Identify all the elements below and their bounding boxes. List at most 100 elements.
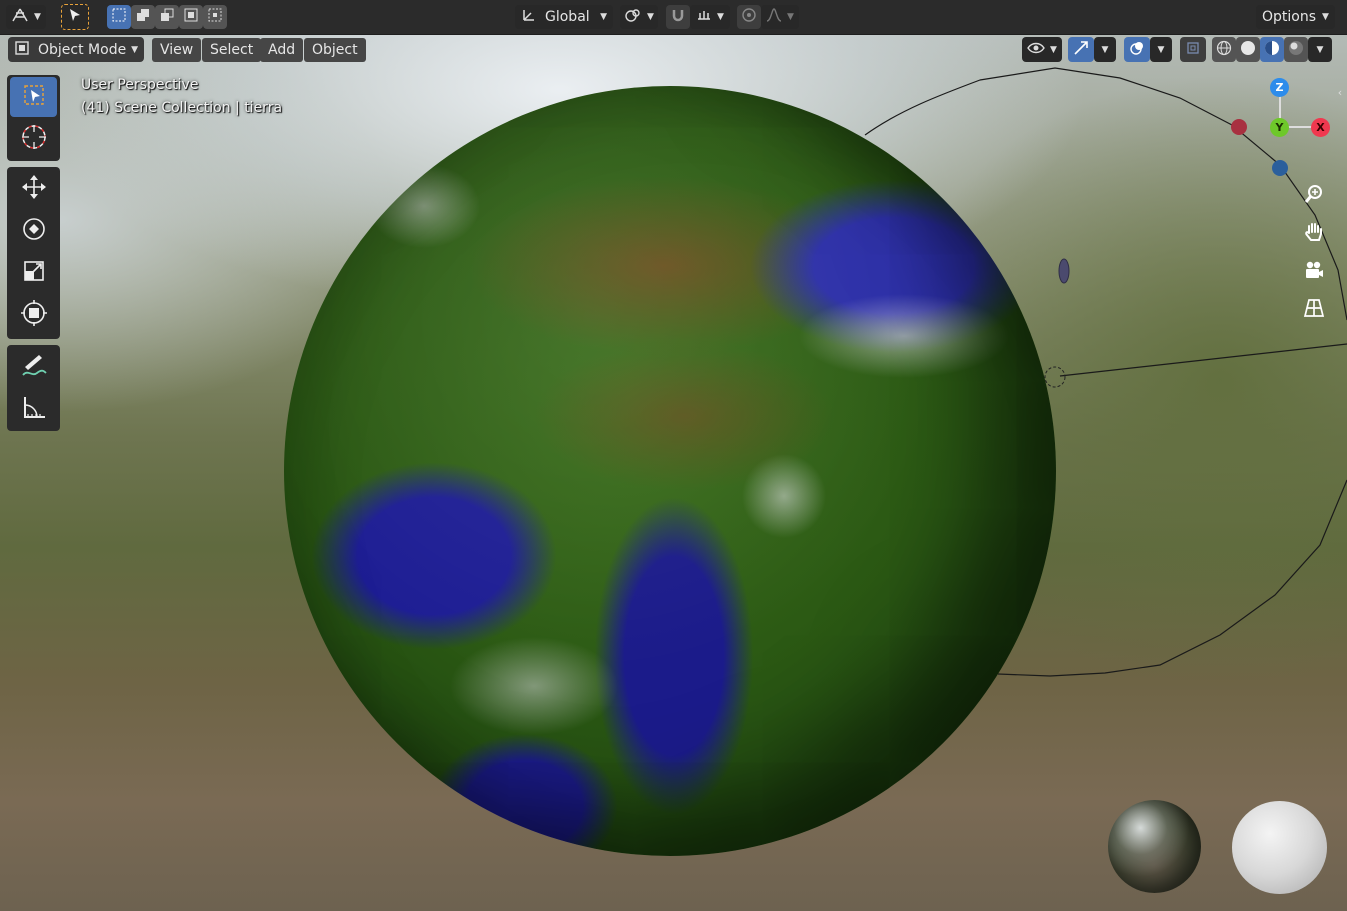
planet-sphere-object[interactable]	[284, 86, 1056, 856]
tool-move[interactable]	[10, 169, 57, 209]
tool-rotate[interactable]	[10, 211, 57, 251]
select-invert-icon	[183, 7, 199, 27]
show-gizmo-button[interactable]	[1068, 37, 1094, 62]
tool-cursor[interactable]	[10, 119, 57, 159]
hand-pan-icon	[1303, 221, 1325, 247]
zoom-button[interactable]	[1298, 180, 1330, 212]
chevron-down-icon: ▼	[34, 12, 41, 22]
select-subtract-mode-button[interactable]	[155, 5, 179, 29]
proportional-falloff-dropdown[interactable]: ▼	[761, 5, 799, 29]
select-intersect-mode-button[interactable]	[203, 5, 227, 29]
chevron-down-icon: ▼	[1316, 44, 1324, 55]
select-subtract-icon	[159, 7, 175, 27]
proportional-editing-button[interactable]	[737, 5, 761, 29]
show-overlays-button[interactable]	[1124, 37, 1150, 62]
ortho-toggle-button[interactable]	[1298, 294, 1330, 326]
tool-measure[interactable]	[10, 389, 57, 429]
shading-dropdown[interactable]: ▼	[1308, 37, 1332, 62]
pivot-point-dropdown[interactable]: ▼	[620, 5, 658, 29]
select-new-mode-button[interactable]	[107, 5, 131, 29]
tool-annotate[interactable]	[10, 347, 57, 387]
shading-rendered-button[interactable]	[1284, 37, 1308, 62]
chevron-down-icon: ▼	[1101, 44, 1109, 55]
chevron-down-icon: ▼	[1322, 12, 1329, 22]
axis-z-button[interactable]: Z	[1270, 78, 1289, 97]
measure-icon	[20, 393, 48, 425]
menu-object[interactable]: Object	[304, 38, 366, 62]
falloff-curve-icon	[766, 7, 782, 27]
chevron-down-icon: ▼	[600, 12, 607, 22]
proportional-circle-icon	[741, 7, 757, 27]
object-mode-icon	[14, 40, 30, 60]
view-name-label: User Perspective	[81, 77, 199, 93]
shading-wireframe-button[interactable]	[1212, 37, 1236, 62]
toolbar-group-annotate	[7, 345, 60, 431]
material-sphere-icon	[1264, 40, 1280, 60]
pivot-point-icon	[624, 7, 642, 27]
sidebar-toggle[interactable]: ‹	[1333, 84, 1347, 100]
toolbar-group-select	[7, 75, 60, 161]
cursor-icon	[20, 123, 48, 155]
grid-view-icon	[1303, 297, 1325, 323]
tool-transform[interactable]	[10, 295, 57, 335]
menu-select[interactable]: Select	[202, 38, 262, 62]
eye-icon	[1027, 41, 1045, 59]
orientation-axes-icon	[521, 7, 537, 27]
collection-info-label: (41) Scene Collection | tierra	[81, 100, 283, 116]
transform-orientation-dropdown[interactable]: Global ▼	[515, 5, 613, 29]
chevron-left-icon: ‹	[1337, 85, 1343, 99]
rendered-sphere-icon	[1288, 40, 1304, 60]
snap-toggle-button[interactable]	[666, 5, 690, 29]
overlays-icon	[1129, 40, 1145, 60]
editor-type-button[interactable]: ▼	[6, 5, 46, 29]
transform-icon	[20, 299, 48, 331]
overlays-dropdown[interactable]: ▼	[1150, 37, 1172, 62]
top-header: ▼ Global ▼ ▼ ▼ ▼ Options ▼	[0, 0, 1347, 35]
shading-solid-button[interactable]	[1236, 37, 1260, 62]
scale-icon	[20, 257, 48, 289]
camera-icon	[1303, 259, 1325, 285]
toolbar-group-transform	[7, 167, 60, 339]
menu-view[interactable]: View	[152, 38, 202, 62]
select-extend-mode-button[interactable]	[131, 5, 155, 29]
object-mode-label: Object Mode	[38, 41, 127, 58]
xray-icon	[1185, 40, 1201, 60]
snap-target-dropdown[interactable]: ▼	[690, 5, 730, 29]
gizmo-arrow-icon	[1073, 40, 1089, 60]
snap-increment-icon	[696, 7, 712, 27]
cursor-arrow-icon	[69, 8, 81, 26]
axis-y-button[interactable]: Y	[1270, 118, 1289, 137]
select-new-icon	[111, 7, 127, 27]
tool-scale[interactable]	[10, 253, 57, 293]
material-preview-sphere	[1232, 801, 1327, 894]
shading-material-button[interactable]	[1260, 37, 1284, 62]
visibility-dropdown[interactable]: ▼	[1022, 37, 1062, 62]
xray-toggle-button[interactable]	[1180, 37, 1206, 62]
move-icon	[20, 173, 48, 205]
object-mode-dropdown[interactable]: Object Mode ▼	[8, 37, 144, 62]
select-extend-icon	[135, 7, 151, 27]
chevron-down-icon: ▼	[717, 12, 724, 22]
menu-add[interactable]: Add	[260, 38, 304, 62]
tool-select-box[interactable]	[10, 77, 57, 117]
select-box-icon	[22, 83, 46, 111]
chevron-down-icon: ▼	[1050, 44, 1057, 55]
options-label: Options	[1262, 9, 1317, 25]
axis-x-button[interactable]: X	[1311, 118, 1330, 137]
pan-button[interactable]	[1298, 218, 1330, 250]
grid-axis-icon	[11, 7, 29, 27]
select-invert-mode-button[interactable]	[179, 5, 203, 29]
solid-sphere-icon	[1240, 40, 1256, 60]
magnet-icon	[670, 7, 686, 27]
axis-neg-x-button[interactable]	[1231, 119, 1247, 135]
rotate-icon	[20, 215, 48, 247]
axis-neg-z-button[interactable]	[1272, 160, 1288, 176]
wireframe-sphere-icon	[1216, 40, 1232, 60]
gizmo-dropdown[interactable]: ▼	[1094, 37, 1116, 62]
hdri-preview-sphere	[1108, 800, 1201, 893]
chevron-down-icon: ▼	[787, 12, 794, 22]
camera-view-button[interactable]	[1298, 256, 1330, 288]
options-dropdown[interactable]: Options ▼	[1256, 5, 1335, 29]
select-tool-button[interactable]	[61, 4, 89, 30]
chevron-down-icon: ▼	[131, 44, 138, 55]
